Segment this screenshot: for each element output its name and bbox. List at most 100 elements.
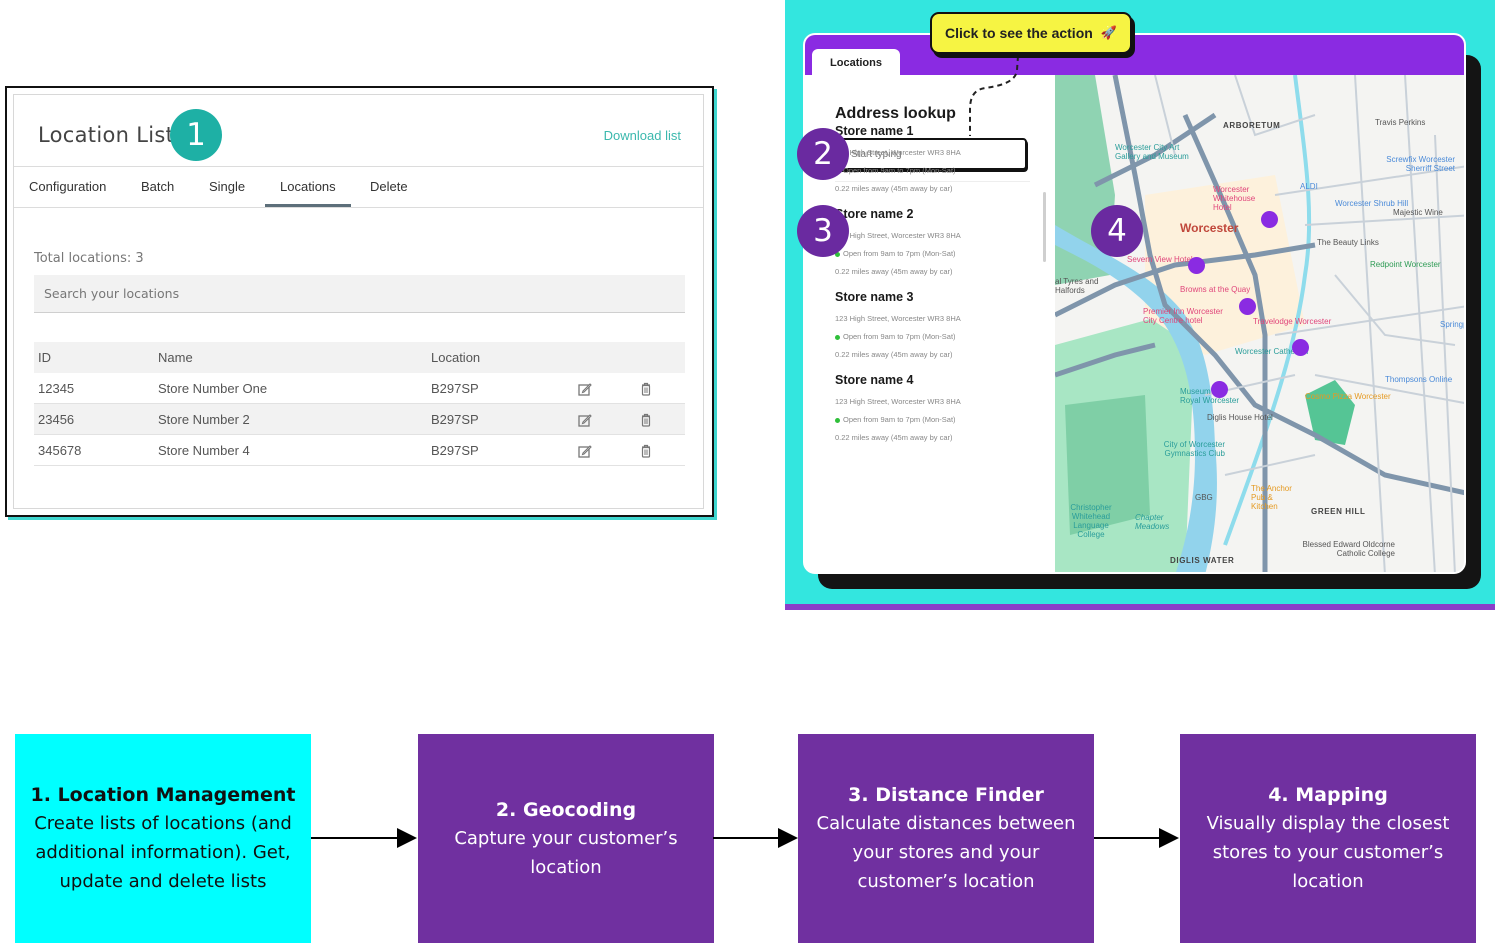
step-badge-4: 4 <box>1091 205 1143 257</box>
map-label-browns: Browns at the Quay <box>1180 285 1251 294</box>
address-lookup-heading: Address lookup <box>835 105 956 122</box>
map-label-gbg: GBG <box>1195 493 1213 502</box>
address-lookup-card: Locations Address lookup Store name 1 123… <box>803 33 1466 574</box>
map-label-whitehouse-hotel: Worcester Whitehouse Hotel <box>1213 185 1256 212</box>
store-distance: 0.22 miles away (45m away by car) <box>835 350 953 359</box>
open-status-icon <box>835 334 840 340</box>
flow-step-title: 4. Mapping <box>1268 784 1388 806</box>
cell-name: Store Number 4 <box>154 434 427 466</box>
flow-step-3: 3. Distance Finder Calculate distances be… <box>798 734 1094 943</box>
trash-icon[interactable] <box>639 444 653 458</box>
total-locations-count: Total locations: 3 <box>34 251 144 266</box>
flow-step-title: 2. Geocoding <box>495 798 637 821</box>
locations-table: ID Name Location 12345 Store Number One B2… <box>34 342 685 466</box>
see-action-button[interactable]: Click to see the action 🚀 <box>930 12 1132 54</box>
map-label-museum: Museum of Royal Worcester <box>1180 387 1239 405</box>
cell-edit <box>574 434 635 466</box>
map-label-redpoint: Redpoint Worcester <box>1370 260 1441 269</box>
callout-label: Click to see the action <box>944 25 1093 41</box>
open-status-icon <box>835 417 840 423</box>
map-label-blessed-edward: Blessed Edward Oldcorne Catholic College <box>1302 540 1396 558</box>
tab-single[interactable]: Single <box>209 179 245 194</box>
store-list-item[interactable]: Store name 2 123 High Street, Worcester W… <box>835 207 1035 281</box>
store-marker[interactable] <box>1292 339 1309 356</box>
store-address: 123 High Street, Worcester WR3 8HA <box>835 397 961 406</box>
edit-icon[interactable] <box>578 444 592 458</box>
card-top-bar: Locations <box>805 35 1464 77</box>
cell-id: 12345 <box>34 373 154 404</box>
cell-location: B297SP <box>427 434 574 466</box>
map-label-majestic-wine: Majestic Wine <box>1393 208 1443 217</box>
map-label-gymnastics: City of Worcester Gymnastics Club <box>1163 440 1225 458</box>
cell-edit <box>574 403 635 435</box>
store-address: 123 High Street, Worcester WR3 8HA <box>835 314 961 323</box>
map-label-premier-inn: Premier Inn Worcester City Centre hotel <box>1143 307 1223 325</box>
store-hours-text: Open from 9am to 7pm (Mon-Sat) <box>843 166 956 175</box>
store-name: Store name 4 <box>835 373 914 387</box>
tab-locations[interactable]: Locations <box>812 49 900 77</box>
store-distance: 0.22 miles away (45m away by car) <box>835 433 953 442</box>
map-view[interactable]: ARBORETUM Worcester City Art Gallery and… <box>1055 75 1464 572</box>
column-header-id: ID <box>34 342 154 373</box>
tab-locations[interactable]: Locations <box>280 179 336 194</box>
edit-icon[interactable] <box>578 382 592 396</box>
map-label-aldi: ALDI <box>1300 182 1318 191</box>
tab-bar: Configuration Batch Single Locations Del… <box>14 167 703 207</box>
download-list-link[interactable]: Download list <box>604 128 681 143</box>
tab-delete[interactable]: Delete <box>370 179 408 194</box>
store-marker[interactable] <box>1211 381 1228 398</box>
cell-id: 345678 <box>34 434 154 466</box>
store-list-item[interactable]: Store name 1 123 High Street, Worcester W… <box>835 124 1035 198</box>
cell-id: 23456 <box>34 403 154 435</box>
store-distance: 0.22 miles away (45m away by car) <box>835 267 953 276</box>
map-label-thompsons: Thompsons Online <box>1385 375 1453 384</box>
store-marker[interactable] <box>1239 298 1256 315</box>
store-list-item[interactable]: Store name 3 123 High Street, Worcester W… <box>835 290 1035 364</box>
map-label-chapter-meadows: Chapter Meadows <box>1135 513 1170 531</box>
location-list-panel: Location List 1 Download list Configurat… <box>5 86 714 517</box>
map-label-travelodge: Travelodge Worcester <box>1253 317 1332 326</box>
step-badge-2: 2 <box>797 128 849 180</box>
flow-step-description: Calculate distances between your stores … <box>816 813 1076 892</box>
cell-name: Store Number 2 <box>154 403 427 435</box>
store-list-item[interactable]: Store name 4 123 High Street, Worcester W… <box>835 373 1035 447</box>
step-badge-3: 3 <box>797 205 849 257</box>
table-header-row: ID Name Location <box>34 342 685 373</box>
cell-location: B297SP <box>427 373 574 404</box>
store-marker[interactable] <box>1188 257 1205 274</box>
tab-batch[interactable]: Batch <box>141 179 174 194</box>
store-address: 123 High Street, Worcester WR3 8HA <box>835 231 961 240</box>
page-title: Location List <box>38 123 175 147</box>
map-label-shrub-hill: Worcester Shrub Hill <box>1335 199 1409 208</box>
tab-configuration[interactable]: Configuration <box>29 179 106 194</box>
map-label-severn-view-hotel: Severn View Hotel <box>1127 255 1193 264</box>
cell-delete <box>635 373 685 404</box>
map-label-gallery: Worcester City Art Gallery and Museum <box>1115 143 1189 161</box>
map-label-arboretum: ARBORETUM <box>1223 121 1281 130</box>
store-marker[interactable] <box>1261 211 1278 228</box>
flow-step-description: Visually display the closest stores to y… <box>1206 813 1450 892</box>
store-hours: Open from 9am to 7pm (Mon-Sat) <box>835 162 1035 180</box>
divider <box>14 207 703 208</box>
cell-edit <box>574 373 635 404</box>
search-locations-input[interactable] <box>34 275 685 313</box>
trash-icon[interactable] <box>639 382 653 396</box>
step-badge-1: 1 <box>170 109 222 161</box>
store-hours-text: Open from 9am to 7pm (Mon-Sat) <box>843 332 956 341</box>
table-row: 345678 Store Number 4 B297SP <box>34 434 685 466</box>
map-label-green-hill: GREEN HILL <box>1311 507 1366 516</box>
map-label-beauty-links: The Beauty Links <box>1317 238 1379 247</box>
store-address: 123 High Street, Worcester WR3 8HA <box>835 148 961 157</box>
cell-location: B297SP <box>427 403 574 435</box>
store-hours-text: Open from 9am to 7pm (Mon-Sat) <box>843 249 956 258</box>
map-label-springpa: Springpa <box>1440 320 1464 329</box>
store-list-scrollbar[interactable] <box>1043 192 1046 262</box>
edit-icon[interactable] <box>578 413 592 427</box>
trash-icon[interactable] <box>639 413 653 427</box>
map-label-travis-perkins: Travis Perkins <box>1375 118 1426 127</box>
flow-step-description: Capture your customer’s location <box>454 827 678 878</box>
location-list-card: Location List 1 Download list Configurat… <box>13 94 704 509</box>
table-row: 12345 Store Number One B297SP <box>34 373 685 404</box>
store-name: Store name 3 <box>835 290 914 304</box>
map-label-screwfix: Screwfix Worcester Sherriff Street <box>1386 155 1455 173</box>
